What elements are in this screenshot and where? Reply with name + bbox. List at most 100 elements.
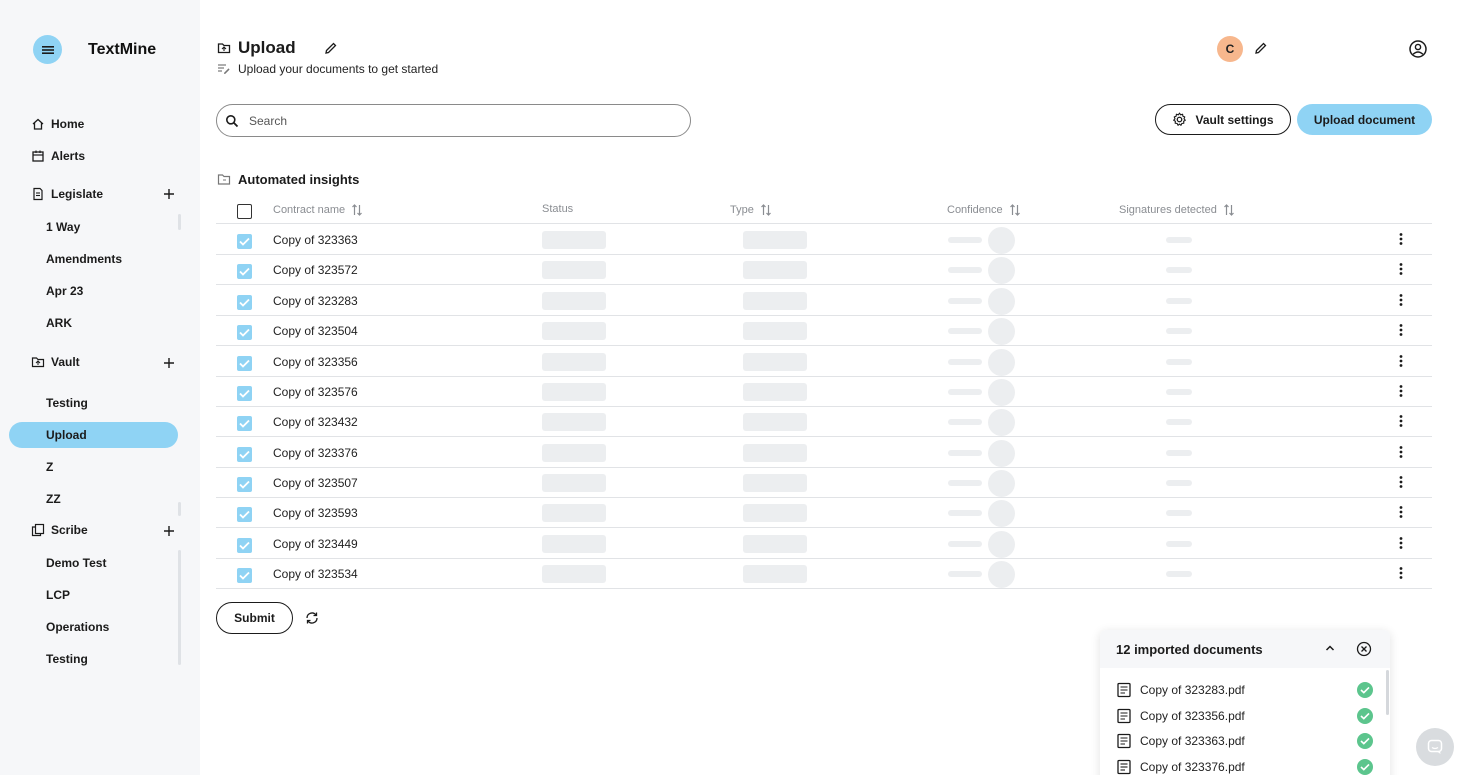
table-row[interactable]: Copy of 323449: [216, 529, 1432, 559]
legislate-item-2[interactable]: Amendments: [46, 250, 122, 268]
search-input[interactable]: [249, 113, 669, 128]
row-actions-button[interactable]: [1399, 566, 1403, 580]
add-legislate-button[interactable]: [161, 186, 177, 202]
sort-icon[interactable]: [1009, 203, 1021, 217]
column-contract-name[interactable]: Contract name: [273, 203, 363, 217]
table-row[interactable]: Copy of 323576: [216, 377, 1432, 407]
avatar[interactable]: C: [1217, 36, 1243, 62]
vault-settings-button[interactable]: Vault settings: [1155, 104, 1291, 135]
row-checkbox[interactable]: [237, 325, 252, 340]
row-actions-button[interactable]: [1399, 354, 1403, 368]
add-scribe-button[interactable]: [161, 523, 177, 539]
column-signatures[interactable]: Signatures detected: [1119, 203, 1235, 217]
vault-item-testing[interactable]: Testing: [46, 394, 88, 412]
row-actions-button[interactable]: [1399, 262, 1403, 276]
signatures-placeholder: [1166, 541, 1192, 547]
status-placeholder: [542, 322, 606, 340]
row-checkbox[interactable]: [237, 416, 252, 431]
status-placeholder: [542, 383, 606, 401]
nav-legislate[interactable]: Legislate: [30, 184, 103, 204]
close-panel-button[interactable]: [1356, 641, 1372, 657]
signatures-placeholder: [1166, 328, 1192, 334]
row-checkbox[interactable]: [237, 264, 252, 279]
scribe-item-4[interactable]: Testing: [46, 650, 88, 668]
row-checkbox[interactable]: [237, 295, 252, 310]
row-actions-button[interactable]: [1399, 475, 1403, 489]
row-checkbox[interactable]: [237, 447, 252, 462]
add-vault-button[interactable]: [161, 355, 177, 371]
table-row[interactable]: Copy of 323432: [216, 407, 1432, 437]
row-checkbox[interactable]: [237, 507, 252, 522]
vault-item-z[interactable]: Z: [46, 458, 53, 476]
legislate-item-1[interactable]: 1 Way: [46, 218, 80, 236]
table-row[interactable]: Copy of 323376: [216, 438, 1432, 468]
legislate-scrollbar[interactable]: [178, 214, 181, 230]
table-row[interactable]: Copy of 323593: [216, 498, 1432, 528]
table-row[interactable]: Copy of 323572: [216, 255, 1432, 285]
more-vertical-icon: [1399, 537, 1403, 549]
sort-icon[interactable]: [351, 203, 363, 217]
more-vertical-icon: [1399, 355, 1403, 367]
collapse-button[interactable]: [1324, 642, 1336, 654]
scribe-item-3[interactable]: Operations: [46, 618, 109, 636]
row-actions-button[interactable]: [1399, 232, 1403, 246]
imports-scrollbar[interactable]: [1386, 670, 1389, 715]
search-bar[interactable]: [216, 104, 691, 137]
imported-file[interactable]: Copy of 323376.pdf: [1116, 757, 1374, 775]
menu-button[interactable]: [33, 35, 62, 64]
row-actions-button[interactable]: [1399, 293, 1403, 307]
row-checkbox[interactable]: [237, 568, 252, 583]
row-actions-button[interactable]: [1399, 323, 1403, 337]
row-actions-button[interactable]: [1399, 414, 1403, 428]
vault-scrollbar[interactable]: [178, 502, 181, 516]
nav-home[interactable]: Home: [30, 114, 84, 134]
account-button[interactable]: [1408, 39, 1428, 59]
legislate-item-3[interactable]: Apr 23: [46, 282, 83, 300]
submit-button[interactable]: Submit: [216, 602, 293, 634]
table-row[interactable]: Copy of 323504: [216, 316, 1432, 346]
row-checkbox[interactable]: [237, 356, 252, 371]
scribe-item-1[interactable]: Demo Test: [46, 554, 106, 572]
row-actions-button[interactable]: [1399, 445, 1403, 459]
edit-title-button[interactable]: [324, 41, 338, 55]
nav-scribe[interactable]: Scribe: [30, 520, 88, 540]
row-actions-button[interactable]: [1399, 505, 1403, 519]
chat-launcher[interactable]: [1416, 728, 1454, 766]
column-confidence[interactable]: Confidence: [947, 203, 1021, 217]
nav-vault[interactable]: Vault: [30, 352, 80, 372]
scribe-item-2[interactable]: LCP: [46, 586, 70, 604]
row-checkbox[interactable]: [237, 386, 252, 401]
row-checkbox[interactable]: [237, 477, 252, 492]
sort-icon[interactable]: [760, 203, 772, 217]
imported-file[interactable]: Copy of 323363.pdf: [1116, 731, 1374, 751]
sort-icon[interactable]: [1223, 203, 1235, 217]
column-type[interactable]: Type: [730, 203, 772, 217]
row-actions-button[interactable]: [1399, 536, 1403, 550]
imported-file[interactable]: Copy of 323283.pdf: [1116, 680, 1374, 700]
nav-alerts[interactable]: Alerts: [30, 146, 85, 166]
checkmark-icon: [239, 541, 250, 550]
confidence-bar-placeholder: [948, 571, 982, 577]
confidence-bar-placeholder: [948, 359, 982, 365]
table-row[interactable]: Copy of 323283: [216, 286, 1432, 316]
table-row[interactable]: Copy of 323507: [216, 468, 1432, 498]
vault-item-zz[interactable]: ZZ: [46, 490, 61, 508]
select-all-checkbox[interactable]: [237, 204, 252, 219]
row-checkbox[interactable]: [237, 538, 252, 553]
edit-avatar-button[interactable]: [1254, 41, 1268, 55]
user-circle-icon: [1409, 40, 1427, 58]
legislate-item-4[interactable]: ARK: [46, 314, 72, 332]
row-checkbox[interactable]: [237, 234, 252, 249]
table-row[interactable]: Copy of 323534: [216, 559, 1432, 589]
scribe-scrollbar[interactable]: [178, 550, 181, 665]
table-row[interactable]: Copy of 323356: [216, 347, 1432, 377]
table-row[interactable]: Copy of 323363: [216, 225, 1432, 255]
type-placeholder: [743, 231, 807, 249]
upload-document-button[interactable]: Upload document: [1297, 104, 1432, 135]
confidence-circle-placeholder: [988, 500, 1015, 527]
vault-item-upload[interactable]: Upload: [46, 426, 87, 444]
imported-file[interactable]: Copy of 323356.pdf: [1116, 706, 1374, 726]
check-circle-icon: [1357, 759, 1373, 775]
row-actions-button[interactable]: [1399, 384, 1403, 398]
refresh-button[interactable]: [304, 610, 320, 626]
